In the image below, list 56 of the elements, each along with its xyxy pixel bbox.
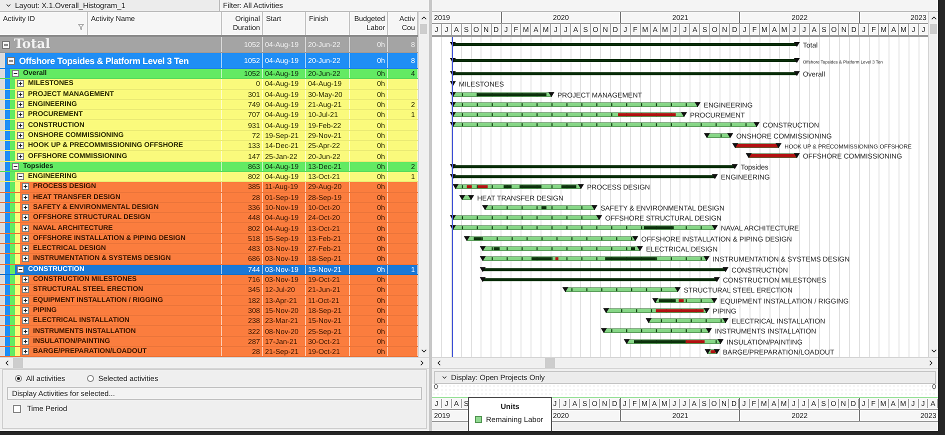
horizontal-scrollbar[interactable]	[0, 357, 429, 370]
expand-icon[interactable]	[22, 338, 29, 345]
expand-icon[interactable]	[22, 224, 29, 232]
expand-icon[interactable]	[22, 296, 29, 304]
vertical-scrollbar[interactable]	[418, 12, 428, 358]
expand-icon[interactable]	[22, 276, 29, 284]
scroll-thumb[interactable]	[930, 24, 937, 34]
expand-icon[interactable]	[22, 234, 29, 242]
activity-bar	[704, 132, 734, 138]
scroll-thumb[interactable]	[420, 24, 427, 34]
expand-icon[interactable]	[17, 142, 24, 150]
activity-bar	[652, 298, 718, 303]
scroll-up-icon[interactable]	[930, 14, 938, 22]
activity-bar	[704, 349, 720, 354]
scroll-thumb[interactable]	[545, 358, 555, 368]
expand-icon[interactable]	[17, 122, 24, 129]
collapse-icon[interactable]	[7, 56, 15, 64]
expand-icon[interactable]	[17, 111, 24, 118]
expand-icon[interactable]	[22, 328, 29, 335]
filter-icon[interactable]	[78, 24, 84, 30]
activity-name: Offshore Topsides & Platform Level 3 Ten	[19, 56, 189, 66]
collapse-icon[interactable]	[12, 162, 19, 170]
expand-icon[interactable]	[22, 348, 29, 356]
collapse-icon[interactable]	[17, 266, 24, 273]
collapse-icon[interactable]	[2, 40, 10, 48]
expand-icon[interactable]	[22, 317, 29, 324]
expand-icon[interactable]	[17, 152, 24, 160]
activity-bar	[459, 194, 474, 200]
scroll-right-icon[interactable]	[927, 359, 935, 368]
expand-icon[interactable]	[22, 194, 29, 201]
chevron-down-icon[interactable]	[5, 2, 12, 9]
collapse-icon[interactable]	[12, 70, 19, 78]
expand-icon[interactable]	[22, 286, 29, 294]
scroll-up-icon[interactable]	[420, 14, 428, 22]
expand-icon[interactable]	[22, 214, 29, 222]
vertical-scrollbar[interactable]	[928, 12, 938, 358]
expand-icon[interactable]	[17, 101, 24, 108]
milestone-marker	[450, 81, 456, 86]
scroll-left-icon[interactable]	[435, 359, 443, 368]
scroll-left-icon[interactable]	[3, 359, 11, 368]
expand-icon[interactable]	[17, 90, 24, 98]
expand-icon[interactable]	[22, 204, 29, 211]
horizontal-scrollbar[interactable]	[432, 357, 938, 370]
activity-bar	[732, 143, 782, 148]
expand-icon[interactable]	[22, 245, 29, 252]
expand-icon[interactable]	[17, 132, 24, 139]
activity-bar	[746, 154, 800, 159]
chevron-down-icon[interactable]	[441, 374, 448, 382]
scroll-right-icon[interactable]	[418, 359, 426, 368]
scroll-thumb[interactable]	[13, 358, 23, 368]
expand-icon[interactable]	[22, 183, 29, 190]
expand-icon[interactable]	[17, 80, 24, 88]
collapse-icon[interactable]	[17, 173, 24, 180]
activity-name: Total	[14, 37, 50, 52]
expand-icon[interactable]	[22, 306, 29, 314]
expand-icon[interactable]	[22, 255, 29, 262]
